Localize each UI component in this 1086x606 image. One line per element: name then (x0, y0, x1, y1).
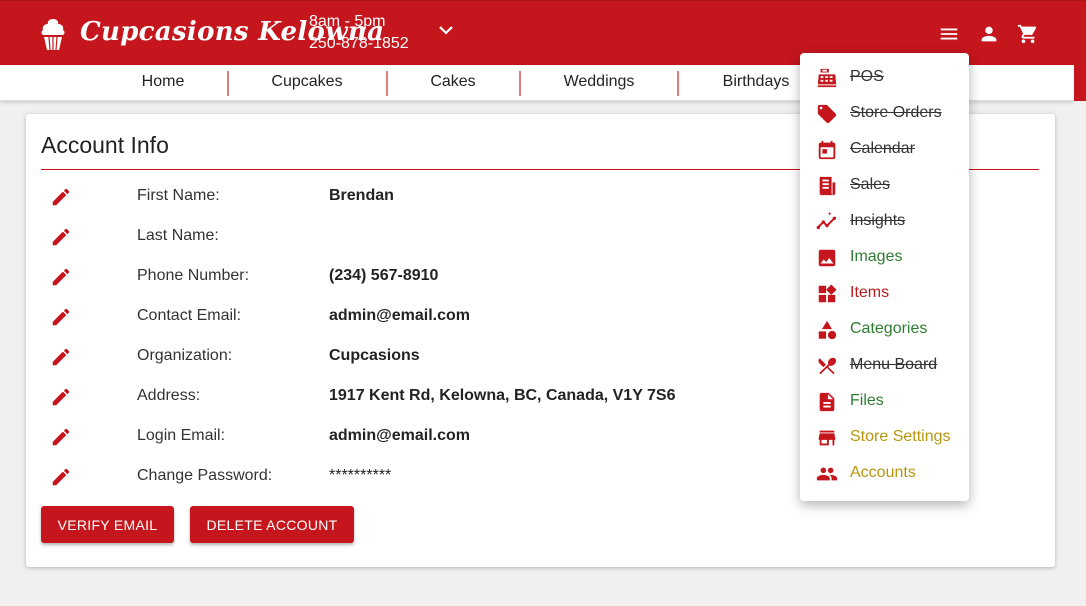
menu-item-store-orders[interactable]: Store Orders (800, 96, 969, 132)
menu-label: Items (850, 284, 890, 301)
edit-pencil-icon[interactable] (50, 226, 72, 248)
menu-item-pos[interactable]: POS (800, 60, 969, 96)
widgets-icon (818, 284, 837, 303)
edit-pencil-icon[interactable] (50, 386, 72, 408)
nav-cupcakes[interactable]: Cupcakes (271, 65, 342, 101)
menu-label: Accounts (850, 464, 916, 481)
menu-label: Insights (850, 212, 906, 229)
menu-label: Calendar (850, 140, 915, 157)
menu-item-items[interactable]: Items (800, 276, 969, 312)
field-row-last-name: Last Name: (26, 222, 826, 252)
menu-item-store-settings[interactable]: Store Settings (800, 420, 969, 456)
field-row-login-email: Login Email: admin@email.com (26, 422, 826, 452)
menu-item-categories[interactable]: Categories (800, 312, 969, 348)
field-label: Organization: (137, 347, 233, 364)
edit-pencil-icon[interactable] (50, 346, 72, 368)
field-label: Address: (137, 387, 201, 404)
field-label: Last Name: (137, 227, 219, 244)
menu-label: Store Orders (850, 104, 942, 121)
account-icon[interactable] (978, 23, 1000, 45)
cart-icon[interactable] (1017, 23, 1039, 45)
phone-text: 250-878-1852 (309, 35, 409, 52)
nav-scroll-edge (1074, 65, 1086, 101)
chevron-down-icon[interactable] (437, 21, 455, 39)
field-row-phone: Phone Number: (234) 567-8910 (26, 262, 826, 292)
edit-pencil-icon[interactable] (50, 186, 72, 208)
field-label: Login Email: (137, 427, 226, 444)
field-value: (234) 567-8910 (329, 267, 439, 284)
menu-label: Files (850, 392, 884, 409)
nav-divider (519, 71, 521, 96)
menu-item-accounts[interactable]: Accounts (800, 456, 969, 492)
field-label: Change Password: (137, 467, 273, 484)
people-icon (816, 467, 838, 481)
nav-divider (227, 71, 229, 96)
nav-birthdays[interactable]: Birthdays (723, 65, 790, 101)
menu-label: Menu Board (850, 356, 938, 373)
utensils-icon (818, 357, 837, 375)
hours-text: 8am - 5pm (309, 13, 386, 30)
receipt-icon (819, 176, 836, 196)
shapes-icon (818, 320, 837, 340)
field-row-address: Address: 1917 Kent Rd, Kelowna, BC, Cana… (26, 382, 826, 412)
page-title: Account Info (41, 132, 169, 158)
nav-divider (386, 71, 388, 96)
edit-pencil-icon[interactable] (50, 466, 72, 488)
nav-cakes[interactable]: Cakes (430, 65, 475, 101)
field-label: Contact Email: (137, 307, 242, 324)
field-row-contact-email: Contact Email: admin@email.com (26, 302, 826, 332)
edit-pencil-icon[interactable] (50, 426, 72, 448)
field-row-password: Change Password: ********** (26, 462, 826, 492)
calendar-icon (818, 140, 836, 160)
menu-item-sales[interactable]: Sales (800, 168, 969, 204)
nav-divider (677, 71, 679, 96)
field-value: Brendan (329, 187, 394, 204)
nav-home[interactable]: Home (142, 65, 185, 101)
menu-item-files[interactable]: Files (800, 384, 969, 420)
edit-pencil-icon[interactable] (50, 266, 72, 288)
menu-label: Store Settings (850, 428, 951, 445)
store-hours: 8am - 5pm 250-878-1852 (309, 11, 409, 55)
field-row-first-name: First Name: Brendan (26, 182, 826, 212)
menu-label: POS (850, 68, 884, 85)
field-value: admin@email.com (329, 307, 470, 324)
field-label: First Name: (137, 187, 220, 204)
field-label: Phone Number: (137, 267, 250, 284)
edit-pencil-icon[interactable] (50, 306, 72, 328)
store-icon (818, 430, 836, 446)
menu-label: Sales (850, 176, 891, 193)
field-value: admin@email.com (329, 427, 470, 444)
menu-item-calendar[interactable]: Calendar (800, 132, 969, 168)
cash-register-icon (817, 68, 837, 88)
field-value: Cupcasions (329, 347, 420, 364)
menu-item-images[interactable]: Images (800, 240, 969, 276)
menu-item-insights[interactable]: Insights (800, 204, 969, 240)
field-value: 1917 Kent Rd, Kelowna, BC, Canada, V1Y 7… (329, 387, 676, 404)
image-icon (818, 249, 836, 267)
nav-weddings[interactable]: Weddings (564, 65, 635, 101)
file-icon (819, 392, 835, 412)
verify-email-button[interactable]: VERIFY EMAIL (41, 506, 174, 543)
field-row-organization: Organization: Cupcasions (26, 342, 826, 372)
menu-item-menu-board[interactable]: Menu Board (800, 348, 969, 384)
delete-account-button[interactable]: DELETE ACCOUNT (190, 506, 354, 543)
menu-icon[interactable] (938, 23, 960, 45)
admin-dropdown-menu: POS Store Orders Calendar Sales Insights… (800, 53, 969, 501)
menu-label: Images (850, 248, 903, 265)
tag-icon (817, 104, 837, 124)
field-value: ********** (329, 467, 392, 484)
menu-label: Categories (850, 320, 928, 337)
cupcake-logo-icon[interactable] (40, 17, 66, 51)
insights-icon (816, 211, 836, 230)
